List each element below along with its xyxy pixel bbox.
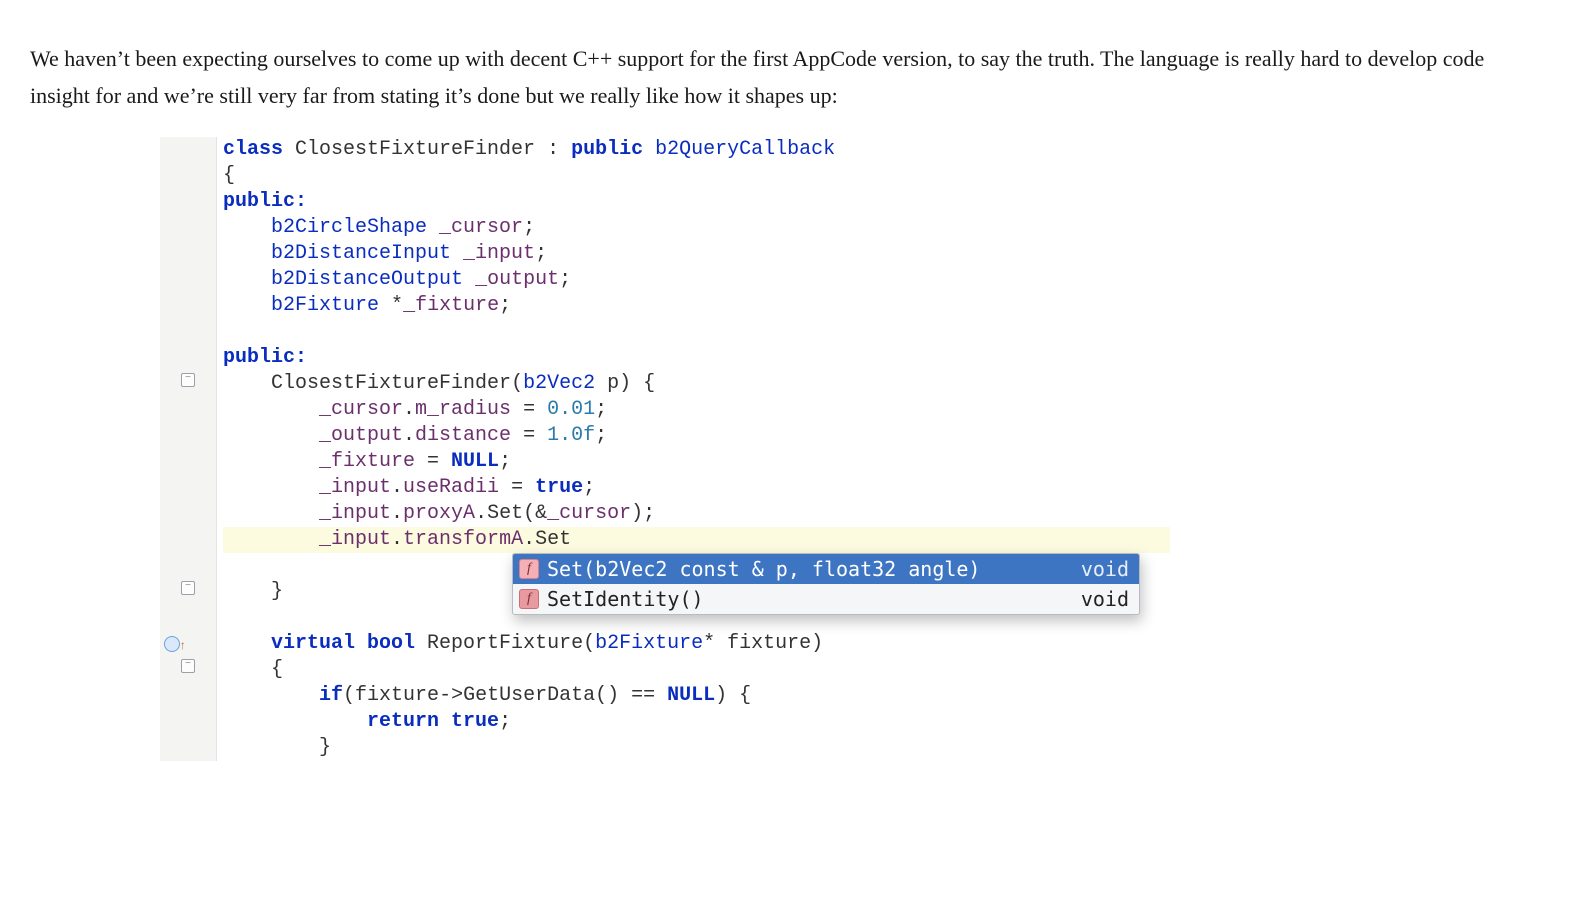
- fold-toggle-icon[interactable]: −: [181, 373, 195, 387]
- intro-paragraph: We haven’t been expecting ourselves to c…: [30, 40, 1542, 115]
- code-line: _input.useRadii = true;: [223, 475, 1170, 501]
- code-editor-screenshot: − − − class ClosestFixtureFinder : public …: [160, 137, 1170, 761]
- fold-toggle-icon[interactable]: −: [181, 659, 195, 673]
- completion-item[interactable]: f Set(b2Vec2 const & p, float32 angle) voi…: [513, 554, 1139, 584]
- editor-gutter: − − −: [160, 137, 217, 761]
- code-line: public:: [223, 189, 1170, 215]
- code-line: public:: [223, 345, 1170, 371]
- code-area: class ClosestFixtureFinder : public b2Qu…: [217, 137, 1170, 761]
- code-line: b2DistanceInput _input;: [223, 241, 1170, 267]
- code-line: b2DistanceOutput _output;: [223, 267, 1170, 293]
- code-line: _fixture = NULL;: [223, 449, 1170, 475]
- override-gutter-icon[interactable]: [164, 636, 180, 652]
- code-line: _cursor.m_radius = 0.01;: [223, 397, 1170, 423]
- completion-return-type: void: [1081, 557, 1129, 581]
- code-completion-popup[interactable]: f Set(b2Vec2 const & p, float32 angle) voi…: [512, 553, 1140, 615]
- code-line: _input.transformA.Set: [223, 527, 1170, 553]
- code-line: {: [223, 657, 1170, 683]
- completion-signature: Set(b2Vec2 const & p, float32 angle): [547, 557, 1061, 581]
- code-line: return true;: [223, 709, 1170, 735]
- code-line: {: [223, 163, 1170, 189]
- code-line: virtual bool ReportFixture(b2Fixture* fi…: [223, 631, 1170, 657]
- function-icon: f: [519, 589, 539, 609]
- code-line: class ClosestFixtureFinder : public b2Qu…: [223, 137, 1170, 163]
- code-line: _input.proxyA.Set(&_cursor);: [223, 501, 1170, 527]
- code-line: ClosestFixtureFinder(b2Vec2 p) {: [223, 371, 1170, 397]
- completion-signature: SetIdentity(): [547, 587, 1061, 611]
- code-line: b2CircleShape _cursor;: [223, 215, 1170, 241]
- fold-toggle-icon[interactable]: −: [181, 581, 195, 595]
- code-line: [223, 319, 1170, 345]
- completion-return-type: void: [1081, 587, 1129, 611]
- code-line: _output.distance = 1.0f;: [223, 423, 1170, 449]
- code-line: }: [223, 735, 1170, 761]
- function-icon: f: [519, 559, 539, 579]
- code-line: if(fixture->GetUserData() == NULL) {: [223, 683, 1170, 709]
- completion-item[interactable]: f SetIdentity() void: [513, 584, 1139, 614]
- code-line: b2Fixture *_fixture;: [223, 293, 1170, 319]
